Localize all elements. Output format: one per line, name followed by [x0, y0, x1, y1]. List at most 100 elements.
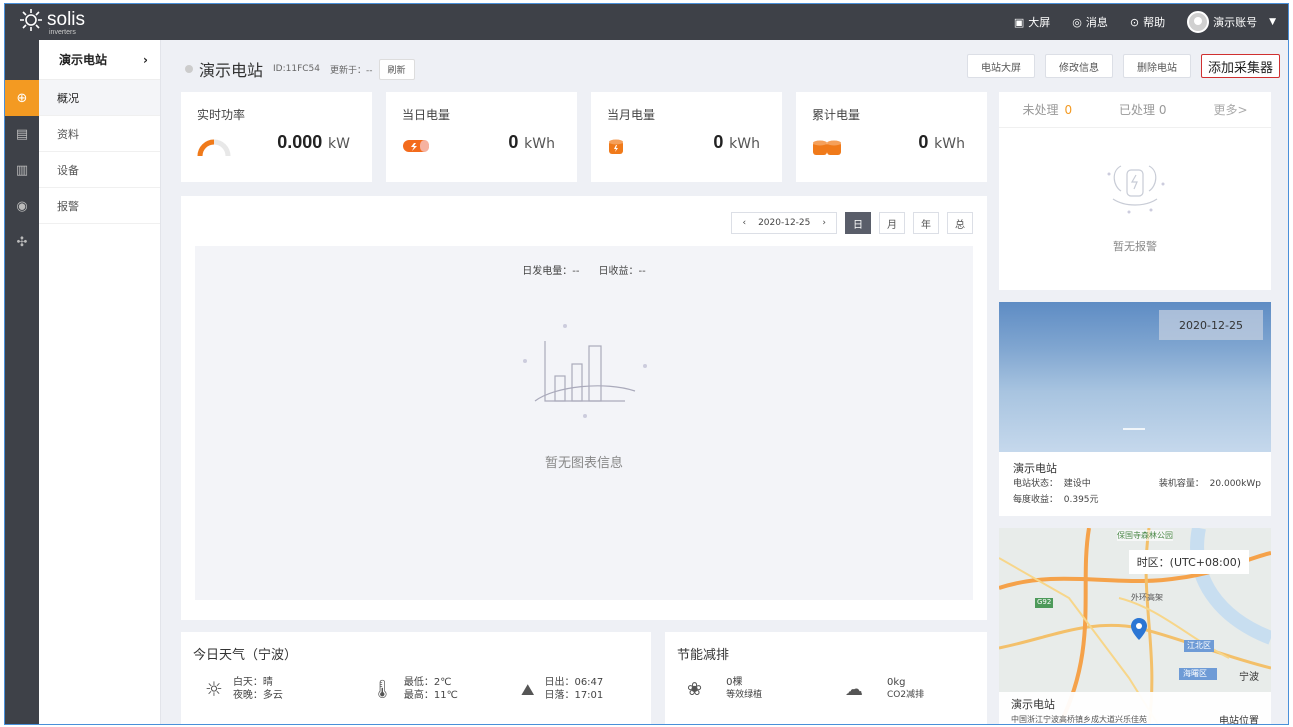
sidebar-header-label: 演示电站 — [59, 53, 108, 67]
messages-label: 消息 — [1085, 16, 1108, 29]
weather-day: 白天：晴 — [232, 677, 273, 688]
delete-station-button[interactable]: 删除电站 — [1122, 54, 1191, 78]
income-value: 0.395元 — [1063, 495, 1099, 505]
eye-icon[interactable]: ◉ — [5, 188, 39, 224]
weather-title: 今日天气（宁波） — [193, 648, 298, 663]
unprocessed-count: 0 — [1064, 103, 1073, 117]
map-label: 海曙区 — [1183, 669, 1207, 678]
status-dot — [185, 65, 193, 73]
chart-summary: 日发电量：-- 日收益：-- — [195, 262, 973, 277]
chevron-left-icon[interactable]: ‹ — [742, 218, 746, 228]
sidebar-header[interactable]: 演示电站 › — [39, 40, 160, 80]
eco-card: 节能减排 ❀ 0棵 等效绿植 ☁ 0kg CO2减排 — [665, 632, 987, 724]
title-bar: 演示电站 ID:11FC54 更新于：-- 刷新 电站大屏 修改信息 删除电站 … — [161, 40, 1288, 90]
caret-down-icon: ▼ — [1269, 17, 1276, 27]
more-link[interactable]: 更多> — [1213, 101, 1247, 118]
battery-icon — [403, 140, 429, 152]
map-label: 保国寺森林公园 — [1117, 530, 1173, 541]
income-label: 每度收益： — [1013, 495, 1059, 505]
weather-day-night: ☼ 白天：晴夜晚：多云 — [205, 676, 283, 702]
sunrise-icon: ⛰ — [521, 679, 535, 699]
edit-info-button[interactable]: 修改信息 — [1044, 54, 1113, 78]
messages-link[interactable]: ◎ 消息 — [1072, 14, 1108, 30]
cylinder-icon — [609, 139, 623, 154]
kpi-unit: kWh — [524, 136, 555, 152]
big-screen-label: 大屏 — [1028, 16, 1051, 29]
sidebar-item-overview[interactable]: 概况 — [39, 80, 160, 116]
map[interactable]: 保国寺森林公园 江北区 海曙区 宁波 外环高架 G92 时区：(UTC+08:0… — [999, 528, 1271, 724]
kpi-number: 0 — [508, 132, 519, 152]
map-label: G92 — [1037, 598, 1052, 606]
date-picker[interactable]: ‹ 2020-12-25 › — [731, 212, 837, 234]
trees-value: 0棵 — [726, 677, 743, 688]
weather-card: 今日天气（宁波） ☼ 白天：晴 夜晚：多云 🌡 最低：2℃ 最高：11℃ ⛰ 日出：06:… — [181, 632, 651, 724]
document-icon[interactable]: ▤ — [5, 116, 39, 152]
help-link[interactable]: ⊙ 帮助 — [1130, 14, 1165, 30]
station-sidebar: 演示电站 › 概况 资料 设备 报警 — [39, 40, 161, 724]
chevron-right-icon: › — [143, 52, 148, 67]
processed-label: 已处理 — [1119, 103, 1156, 117]
daily-income: 日收益：-- — [598, 266, 646, 277]
kpi-card-monthly: 当月电量 0 kWh — [591, 92, 782, 182]
kpi-unit: kWh — [934, 136, 965, 152]
tab-year[interactable]: 年 — [913, 212, 939, 234]
station-photo-card[interactable]: 2020-12-25 演示电站 电站状态： 建设中 装机容量： 20.000kWp… — [999, 302, 1271, 516]
kpi-unit: kW — [328, 136, 350, 152]
cylinders-icon — [813, 140, 841, 155]
eco-co2: ☁ 0kg CO2减排 — [845, 676, 924, 702]
map-card[interactable]: 保国寺森林公园 江北区 海曙区 宁波 外环高架 G92 时区：(UTC+08:0… — [999, 528, 1271, 724]
chevron-right-icon[interactable]: › — [822, 218, 826, 228]
kpi-number: 0 — [713, 132, 724, 152]
timezone-badge: 时区：(UTC+08:00) — [1128, 550, 1249, 574]
tab-month[interactable]: 月 — [879, 212, 905, 234]
station-screen-button[interactable]: 电站大屏 — [966, 54, 1035, 78]
sunrise-time: 日出：06:47 — [544, 677, 604, 688]
weather-night: 夜晚：多云 — [232, 690, 283, 701]
photo-indicator — [1123, 428, 1145, 430]
alarm-card: 未处理 0 已处理 0 更多> 暂无报警 — [999, 92, 1271, 290]
eco-trees: ❀ 0棵 等效绿植 — [687, 676, 762, 702]
temp-high: 最高：11℃ — [403, 690, 458, 701]
no-alarm-icon — [1107, 165, 1165, 214]
logo[interactable]: solis inverters — [19, 8, 86, 36]
apps-icon[interactable]: ✣ — [5, 224, 39, 260]
station-icon[interactable]: ⊕ — [5, 80, 39, 116]
power-chart-card: ‹ 2020-12-25 › 日 月 年 总 日发电量：-- 日收益：-- 暂无… — [181, 196, 987, 620]
update-time: 更新于：-- — [330, 65, 373, 76]
co2-value: 0kg — [887, 677, 906, 688]
no-chart-text: 暂无图表信息 — [544, 456, 623, 471]
page-title: 演示电站 — [199, 61, 264, 80]
daily-generation: 日发电量：-- — [522, 266, 580, 277]
add-collector-button[interactable]: 添加采集器 — [1200, 54, 1280, 78]
account-menu[interactable]: 演示账号 ▼ — [1187, 11, 1276, 33]
status-label: 电站状态： — [1013, 479, 1059, 489]
tab-day[interactable]: 日 — [845, 212, 871, 234]
sunset-time: 日落：17:01 — [544, 690, 604, 701]
sidebar-item-label: 报警 — [57, 199, 79, 213]
thermometer-icon: 🌡 — [371, 678, 394, 700]
tab-total[interactable]: 总 — [947, 212, 973, 234]
sun-logo-icon — [20, 9, 42, 31]
kpi-number: 0.000 — [277, 132, 323, 152]
kpi-value-power: 0.000 kW — [277, 132, 350, 153]
map-label: 宁波 — [1239, 672, 1259, 683]
co2-label: CO2减排 — [887, 690, 925, 700]
tab-processed[interactable]: 已处理 0 — [1119, 101, 1166, 118]
station-location-link[interactable]: 电站位置 — [1219, 712, 1259, 724]
logo-text: solis — [47, 9, 86, 30]
kpi-unit: kWh — [729, 136, 760, 152]
help-label: 帮助 — [1143, 16, 1166, 29]
cloud-icon: ☁ — [845, 678, 863, 700]
sidebar-item-alarms[interactable]: 报警 — [39, 188, 160, 224]
sun-icon: ☼ — [205, 676, 223, 701]
map-label: 外环高架 — [1131, 593, 1163, 602]
chart-icon[interactable]: ▥ — [5, 152, 39, 188]
account-name: 演示账号 — [1213, 16, 1258, 29]
sidebar-item-info[interactable]: 资料 — [39, 116, 160, 152]
tab-unprocessed[interactable]: 未处理 0 — [1022, 101, 1072, 118]
sidebar-item-devices[interactable]: 设备 — [39, 152, 160, 188]
kpi-label: 当月电量 — [607, 108, 656, 122]
big-screen-link[interactable]: ▣ 大屏 — [1014, 14, 1050, 30]
refresh-button[interactable]: 刷新 — [378, 58, 415, 80]
map-station-name: 演示电站 — [1011, 698, 1055, 711]
